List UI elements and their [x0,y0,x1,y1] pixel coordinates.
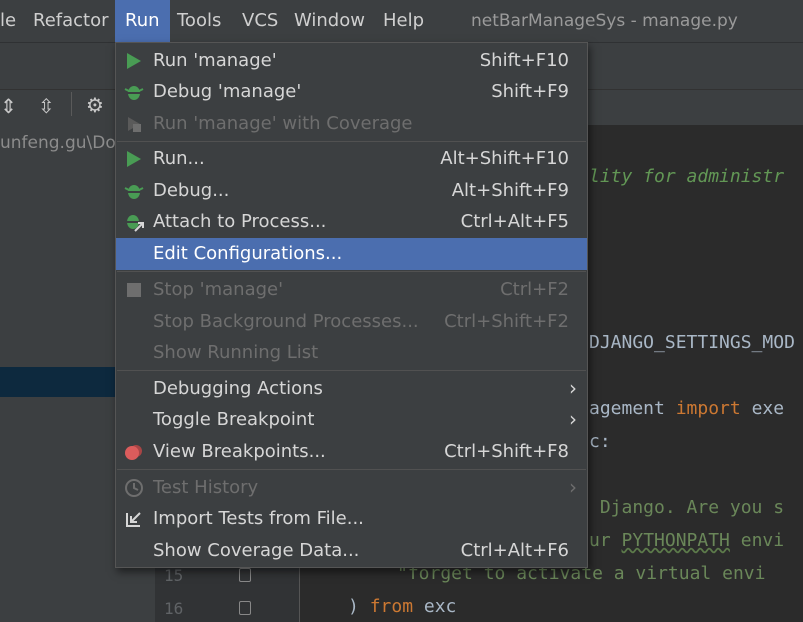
line-number: 15 [164,566,184,585]
menu-item-label: Toggle Breakpoint [153,409,315,430]
menu-item-run-with-coverage[interactable]: Run 'manage' with Coverage [116,108,587,140]
menu-item-label: Stop 'manage' [153,279,284,300]
fold-marker-icon[interactable] [239,601,251,615]
menu-help[interactable]: Help [383,0,424,42]
line-number: 16 [164,599,184,618]
menu-item-label: Run 'manage' [153,50,277,71]
code-string-line-2: ur PYTHONPATH envi [589,530,784,551]
menu-item-label: Debugging Actions [153,378,323,399]
menu-separator [117,469,586,470]
menu-item-shortcut: Ctrl+Alt+F5 [460,211,569,232]
expand-all-icon[interactable]: ⇕ [0,94,17,118]
code-except-line: c: [589,431,611,452]
menubar: le Refactor Run Tools VCS Window Help ne… [0,0,803,42]
code-token: agement [589,398,676,419]
import-icon [126,512,141,527]
menu-file[interactable]: le [0,0,16,42]
menu-item-debug-manage[interactable]: Debug 'manage' Shift+F9 [116,76,587,108]
attach-icon [127,215,144,232]
debug-icon [124,86,144,100]
menu-item-shortcut: Shift+F9 [491,81,569,102]
menu-item-label: Run 'manage' with Coverage [153,113,413,134]
menu-item-shortcut: Alt+Shift+F10 [440,148,569,169]
menu-window[interactable]: Window [294,0,365,42]
code-token: ur [589,530,622,551]
code-token: exc [413,596,457,617]
menu-item-label: Import Tests from File... [153,508,364,529]
menu-run[interactable]: Run [115,0,170,42]
run-menu: Run 'manage' Shift+F10 Debug 'manage' Sh… [115,42,588,568]
menu-item-show-coverage-data[interactable]: Show Coverage Data... Ctrl+Alt+F6 [116,535,587,567]
chevron-right-icon: › [569,407,577,431]
menu-item-label: Run... [153,148,205,169]
chevron-right-icon: › [569,376,577,400]
chevron-right-icon: › [569,475,577,499]
menu-item-run[interactable]: Run... Alt+Shift+F10 [116,143,587,175]
code-keyword: from [369,596,414,617]
menu-item-label: Show Running List [153,342,319,363]
menu-item-debugging-actions[interactable]: Debugging Actions › [116,373,587,405]
menu-item-test-history[interactable]: Test History › [116,472,587,504]
coverage-icon [128,117,141,132]
project-path: unfeng.gu\Do [0,133,116,153]
menu-item-label: Attach to Process... [153,211,327,232]
menu-item-shortcut: Ctrl+F2 [500,279,569,300]
menu-item-view-breakpoints[interactable]: View Breakpoints... Ctrl+Shift+F8 [116,436,587,468]
stop-icon [127,283,141,297]
menu-vcs[interactable]: VCS [242,0,278,42]
code-docstring: lity for administr [589,166,785,187]
menu-item-label: Edit Configurations... [153,243,343,264]
menu-separator [117,141,586,142]
gear-icon[interactable]: ⚙ [86,93,104,117]
menu-item-label: Show Coverage Data... [153,540,360,561]
menu-item-shortcut: Alt+Shift+F9 [451,180,569,201]
code-token-spell: PYTHONPATH [621,530,730,551]
menu-refactor[interactable]: Refactor [33,0,109,42]
code-token: ) [348,596,370,617]
code-settings-env: DJANGO_SETTINGS_MOD [589,332,795,353]
code-string-line: Django. Are you s [589,497,785,518]
breakpoints-icon [125,445,142,460]
menu-item-label: Debug 'manage' [153,81,302,102]
menu-item-show-running-list[interactable]: Show Running List [116,337,587,369]
menu-item-stop-manage[interactable]: Stop 'manage' Ctrl+F2 [116,274,587,306]
code-token: exe [740,398,785,419]
toolbar-divider [71,92,72,116]
code-import-line: agement import exe [589,398,784,419]
menu-separator [117,370,586,371]
run-icon [127,151,141,167]
window-title: netBarManageSys - manage.py [471,11,738,31]
menu-separator [117,271,586,272]
menu-item-shortcut: Shift+F10 [479,50,569,71]
code-keyword: import [675,398,741,419]
project-tree-selected-row[interactable] [0,367,118,397]
menu-item-stop-background[interactable]: Stop Background Processes... Ctrl+Shift+… [116,306,587,338]
collapse-all-icon[interactable]: ⇳ [38,94,55,118]
history-icon [125,479,143,497]
menu-item-toggle-breakpoint[interactable]: Toggle Breakpoint › [116,404,587,436]
menu-item-shortcut: Ctrl+Shift+F8 [444,441,569,462]
menu-item-label: Stop Background Processes... [153,311,419,332]
run-icon [127,53,141,69]
code-token: envi [729,530,785,551]
menu-item-label: Test History [153,477,259,498]
debug-icon [124,185,144,199]
menu-item-edit-configurations[interactable]: Edit Configurations... [116,238,587,270]
code-raise-line: ) from exc [348,596,456,617]
menu-item-run-manage[interactable]: Run 'manage' Shift+F10 [116,45,587,77]
menu-item-shortcut: Ctrl+Alt+F6 [460,540,569,561]
menu-tools[interactable]: Tools [177,0,221,42]
menu-item-label: View Breakpoints... [153,441,326,462]
menu-item-import-tests[interactable]: Import Tests from File... [116,503,587,535]
menu-item-attach-to-process[interactable]: Attach to Process... Ctrl+Alt+F5 [116,206,587,238]
menu-item-shortcut: Ctrl+Shift+F2 [444,311,569,332]
menu-item-debug[interactable]: Debug... Alt+Shift+F9 [116,175,587,207]
fold-marker-icon[interactable] [239,568,251,582]
menu-item-label: Debug... [153,180,230,201]
